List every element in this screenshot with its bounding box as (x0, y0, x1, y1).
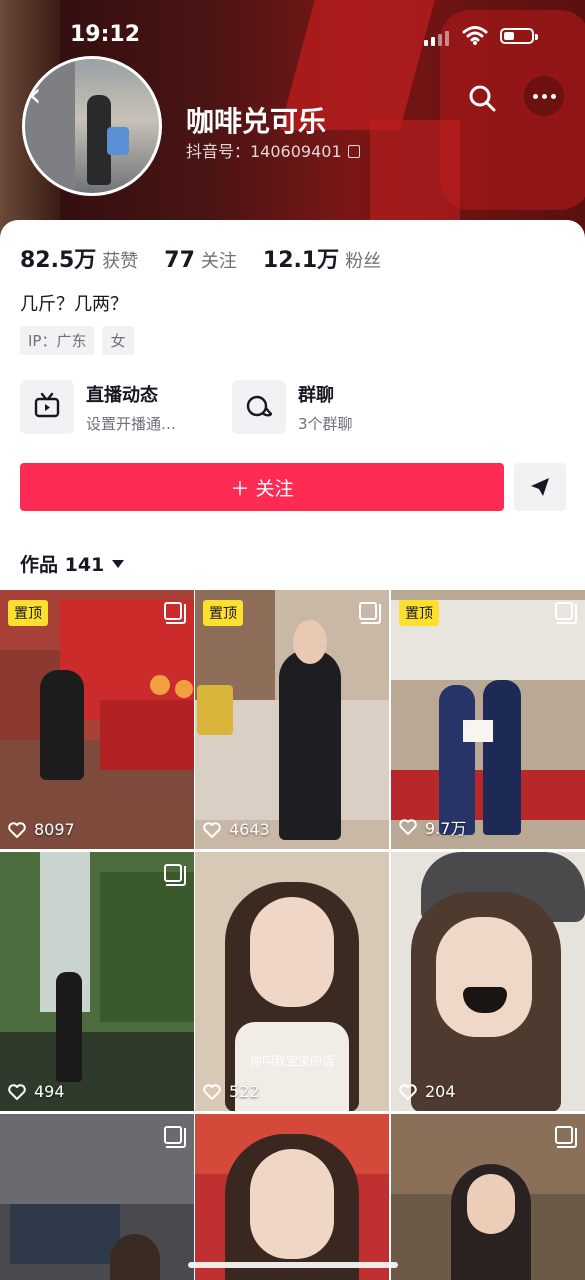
multi-image-icon (164, 602, 186, 624)
tab-works-label: 作品 141 (20, 554, 105, 576)
like-count-value: 9.7万 (425, 819, 467, 838)
stat-followers-label: 粉丝 (345, 251, 382, 272)
home-indicator[interactable] (188, 1262, 398, 1268)
like-count: 8097 (8, 820, 75, 839)
heart-icon (8, 1083, 26, 1100)
heart-icon (203, 821, 221, 838)
gender-tag: 女 (102, 326, 134, 355)
more-options-icon[interactable] (524, 76, 564, 116)
multi-image-icon (164, 864, 186, 886)
profile-tags: IP：广东 女 (20, 326, 134, 355)
chat-bubble-icon (232, 380, 286, 434)
like-count-value: 4643 (229, 820, 270, 839)
live-updates-entry[interactable]: 直播动态 设置开播通… (20, 380, 176, 434)
send-icon[interactable] (514, 463, 566, 511)
like-count-value: 522 (229, 1082, 260, 1101)
stat-likes-value: 82.5万 (20, 248, 97, 273)
stat-likes[interactable]: 82.5万 获赞 (20, 242, 138, 274)
heart-icon (399, 819, 417, 835)
multi-image-icon (555, 1126, 577, 1148)
status-bar: 19:12 (0, 18, 585, 54)
douyin-id[interactable]: 抖音号：140609401 (186, 138, 360, 162)
stat-following[interactable]: 77 关注 (164, 247, 237, 273)
profile-bio: 几斤？几两？ (20, 294, 128, 315)
stat-followers-value: 12.1万 (262, 248, 340, 273)
wifi-icon (462, 26, 488, 45)
stat-following-value: 77 (164, 248, 195, 273)
heart-icon (8, 821, 26, 838)
multi-image-icon (164, 1126, 186, 1148)
stat-following-label: 关注 (200, 251, 237, 272)
like-count-value: 494 (34, 1082, 65, 1101)
group-chat-entry[interactable]: 群聊 3个群聊 (232, 380, 353, 434)
profile-banner: 19:12 ‹ 咖啡兑可乐 抖音号：140609401 (0, 0, 585, 240)
stat-followers[interactable]: 12.1万 粉丝 (263, 242, 381, 274)
follow-button[interactable]: ＋ 关注 (20, 463, 504, 511)
video-tile[interactable]: 494 (0, 852, 194, 1111)
group-chat-subtitle: 3个群聊 (298, 414, 353, 433)
avatar[interactable] (22, 56, 162, 196)
like-count-value: 204 (425, 1082, 456, 1101)
like-count: 522 (203, 1082, 260, 1101)
pinned-badge: 置顶 (203, 600, 243, 626)
like-count: 4643 (203, 820, 270, 839)
video-tile[interactable]: 置顶 4643 (195, 590, 389, 849)
stat-likes-label: 获赞 (102, 251, 139, 272)
profile-stats: 82.5万 获赞 77 关注 12.1万 粉丝 (20, 242, 407, 274)
video-tile[interactable] (0, 1114, 194, 1280)
video-tile[interactable] (391, 1114, 585, 1280)
search-icon[interactable] (464, 80, 500, 116)
like-count: 9.7万 (399, 815, 466, 839)
multi-image-icon (555, 602, 577, 624)
status-time: 19:12 (70, 22, 141, 47)
caret-down-icon (112, 559, 125, 568)
live-updates-title: 直播动态 (86, 384, 158, 406)
copy-icon[interactable] (347, 145, 360, 158)
heart-icon (399, 1083, 417, 1100)
video-tile[interactable]: 置顶 9.7万 (391, 590, 585, 849)
like-count: 204 (399, 1082, 456, 1101)
douyin-id-text: 抖音号：140609401 (186, 142, 342, 161)
video-tile[interactable]: 你叫我宝宝的话 522 (195, 852, 389, 1111)
back-chevron-icon[interactable]: ‹ (28, 78, 58, 114)
multi-image-icon (359, 602, 381, 624)
video-tile[interactable]: 204 (391, 852, 585, 1111)
cellular-signal-icon (424, 30, 449, 46)
tab-works[interactable]: 作品 141 (20, 550, 125, 577)
pinned-badge: 置顶 (399, 600, 439, 626)
video-caption: 你叫我宝宝的话 (249, 1054, 334, 1068)
profile-name: 咖啡兑可乐 (186, 105, 327, 138)
pinned-badge: 置顶 (8, 600, 48, 626)
video-tile[interactable] (195, 1114, 389, 1280)
video-tile[interactable]: 置顶 8097 (0, 590, 194, 849)
tv-icon (20, 380, 74, 434)
like-count-value: 8097 (34, 820, 75, 839)
group-chat-title: 群聊 (298, 384, 334, 406)
battery-icon (500, 28, 538, 44)
live-updates-subtitle: 设置开播通… (86, 414, 177, 433)
ip-location-tag: IP：广东 (20, 326, 95, 355)
like-count: 494 (8, 1082, 65, 1101)
heart-icon (203, 1083, 221, 1100)
